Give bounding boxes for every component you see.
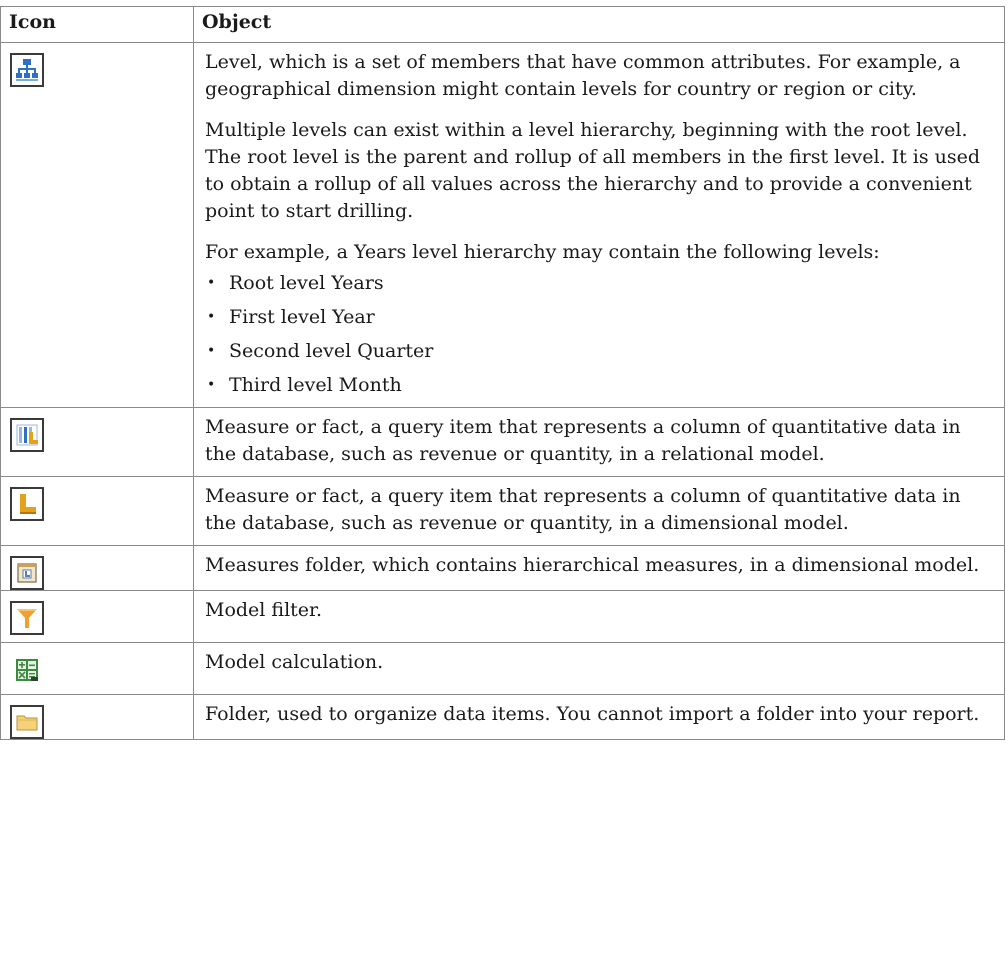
icon-cell — [0, 42, 194, 408]
icon-cell — [0, 407, 194, 477]
table-row: Measures folder, which contains hierarch… — [0, 545, 1005, 591]
folder-icon — [10, 705, 44, 739]
table-row: Model calculation. — [0, 642, 1005, 695]
measures-folder-description: Measures folder, which contains hierarch… — [205, 554, 980, 576]
dimensional-measure-description: Measure or fact, a query item that repre… — [205, 485, 961, 534]
level-hierarchy-description: Multiple levels can exist within a level… — [205, 119, 981, 222]
list-item-label: Second level Quarter — [229, 340, 434, 362]
filter-funnel-icon — [10, 601, 44, 635]
object-cell: Model calculation. — [193, 642, 1005, 695]
icon-cell — [0, 694, 194, 740]
table-row: Measure or fact, a query item that repre… — [0, 476, 1005, 546]
table-row: Model filter. — [0, 590, 1005, 643]
table-row: Measure or fact, a query item that repre… — [0, 407, 1005, 477]
object-column-header: Object — [193, 6, 1005, 43]
bullet: • — [207, 377, 216, 393]
list-item-label: First level Year — [229, 306, 375, 328]
object-cell: Level, which is a set of members that ha… — [193, 42, 1005, 408]
list-item: • Root level Years — [205, 270, 994, 297]
icon-column-header: Icon — [0, 6, 194, 43]
object-cell: Measure or fact, a query item that repre… — [193, 476, 1005, 546]
list-item: • Second level Quarter — [205, 338, 994, 365]
bullet: • — [207, 275, 216, 291]
list-item: • First level Year — [205, 304, 994, 331]
list-item-label: Third level Month — [229, 374, 402, 396]
relational-measure-description: Measure or fact, a query item that repre… — [205, 416, 961, 465]
icon-cell — [0, 476, 194, 546]
list-item-label: Root level Years — [229, 272, 384, 294]
bullet: • — [207, 309, 216, 325]
icon-object-table: Icon Object Level, which is a set of mem… — [0, 6, 1005, 740]
dimensional-measure-icon — [10, 487, 44, 521]
model-calculation-description: Model calculation. — [205, 651, 384, 673]
levels-list: • Root level Years • First level Year • Sec… — [205, 270, 994, 399]
icon-cell — [0, 590, 194, 643]
object-cell: Measures folder, which contains hierarch… — [193, 545, 1005, 591]
relational-measure-icon — [10, 418, 44, 452]
object-cell: Folder, used to organize data items. You… — [193, 694, 1005, 740]
object-cell: Model filter. — [193, 590, 1005, 643]
level-hierarchy-icon — [10, 53, 44, 87]
years-example-intro: For example, a Years level hierarchy may… — [205, 241, 880, 263]
list-item: • Third level Month — [205, 372, 994, 399]
calculation-icon — [10, 653, 44, 687]
level-description: Level, which is a set of members that ha… — [205, 51, 961, 100]
table-row: Level, which is a set of members that ha… — [0, 42, 1005, 408]
table-header-row: Icon Object — [0, 6, 1005, 43]
bullet: • — [207, 343, 216, 359]
measures-folder-icon — [10, 556, 44, 590]
object-cell: Measure or fact, a query item that repre… — [193, 407, 1005, 477]
table-row: Folder, used to organize data items. You… — [0, 694, 1005, 740]
icon-cell — [0, 642, 194, 695]
model-filter-description: Model filter. — [205, 599, 323, 621]
folder-description: Folder, used to organize data items. You… — [205, 703, 980, 725]
icon-cell — [0, 545, 194, 591]
